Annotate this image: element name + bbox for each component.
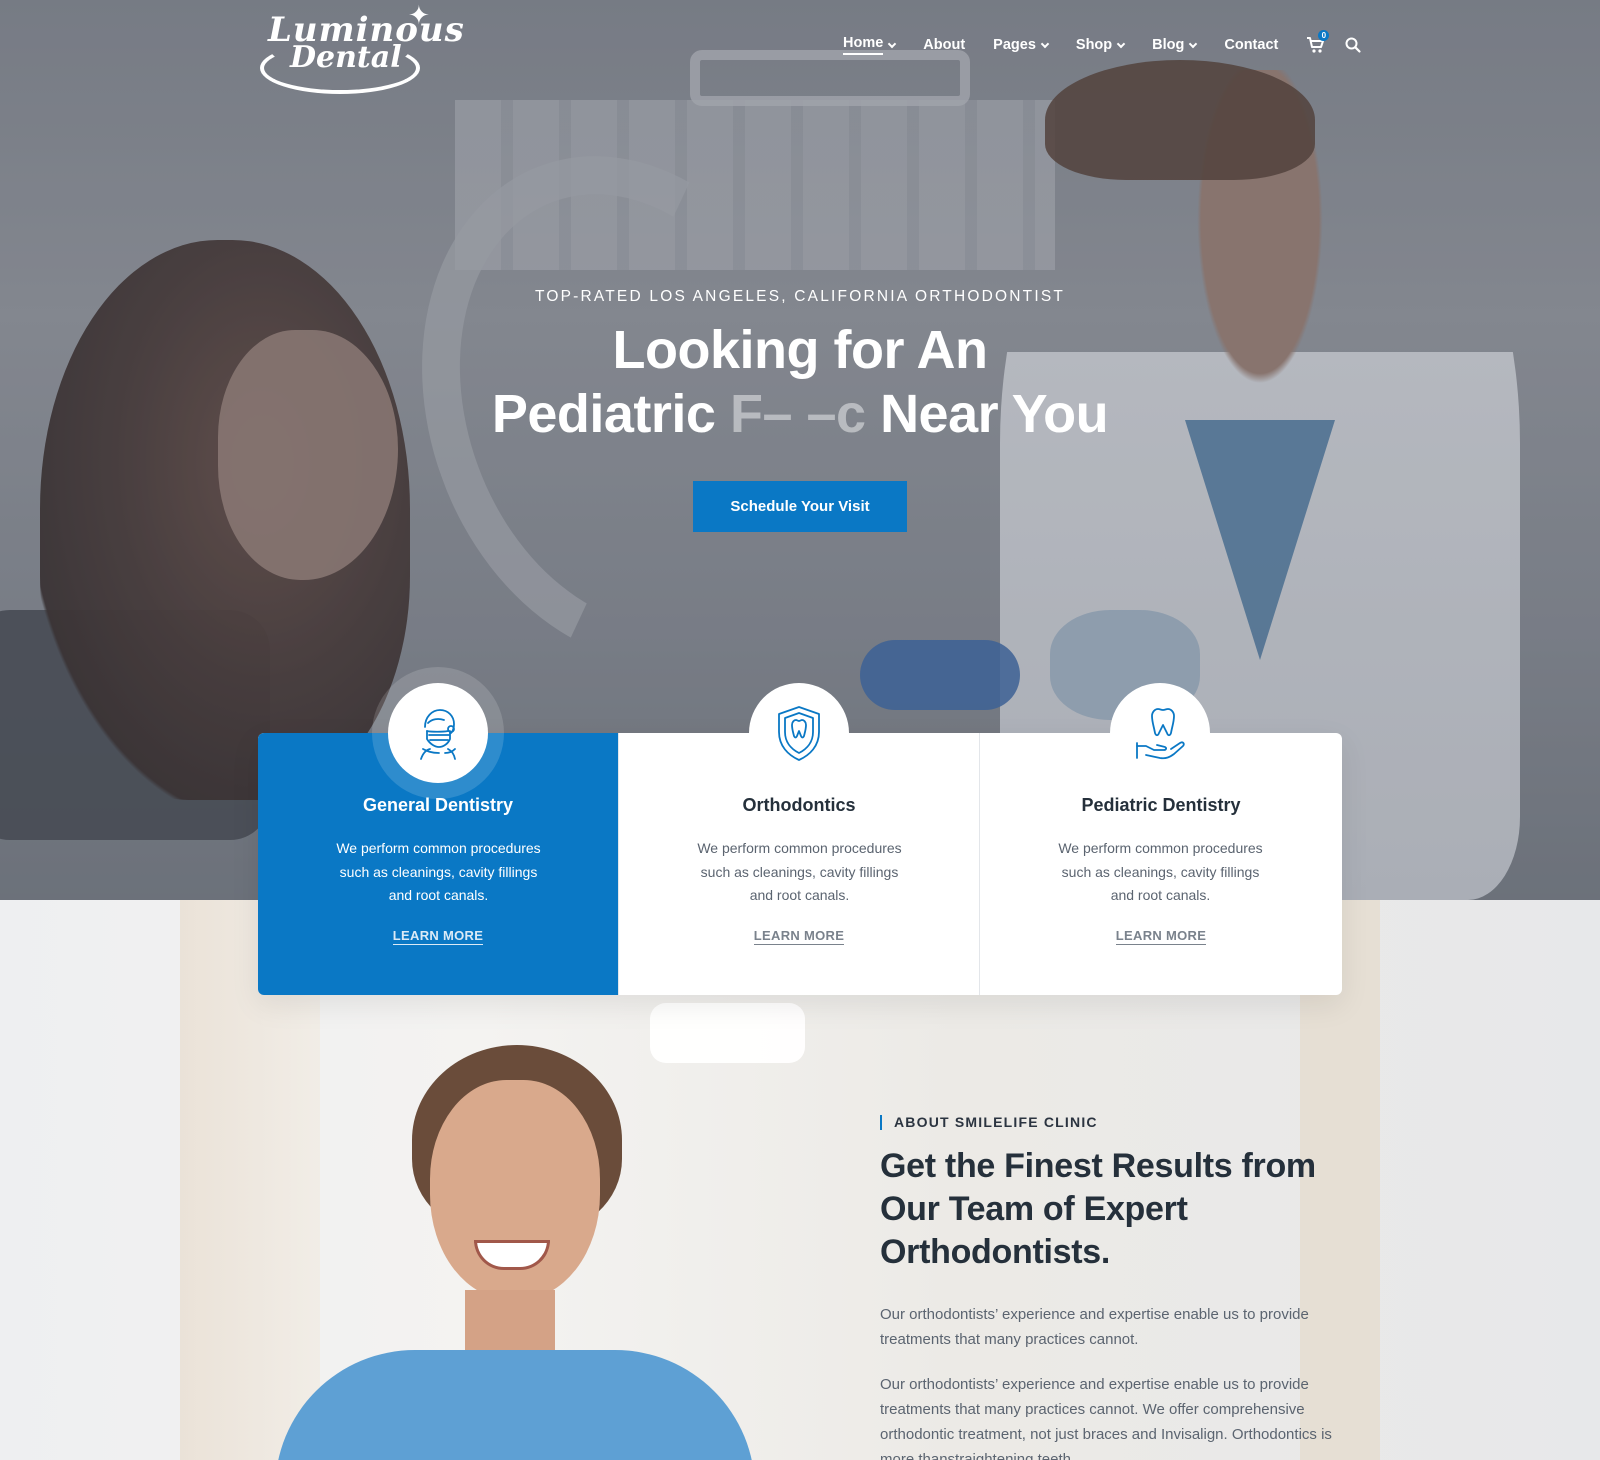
service-icon-circle: [749, 683, 849, 783]
hero-title-end: Near You: [880, 384, 1109, 444]
learn-more-link[interactable]: LEARN MORE: [258, 928, 618, 945]
chevron-down-icon: [888, 39, 897, 48]
services-cards: General Dentistry We perform common proc…: [258, 683, 1342, 995]
service-description: We perform common procedures such as cle…: [697, 840, 902, 903]
nav-item-about[interactable]: About: [923, 32, 965, 58]
chevron-down-icon: [1189, 39, 1198, 48]
about-paragraph-1: Our orthodontists’ experience and expert…: [880, 1306, 1309, 1348]
service-card-pediatric[interactable]: Pediatric Dentistry We perform common pr…: [980, 683, 1342, 995]
about-eyebrow: ABOUT SMILELIFE CLINIC: [880, 1115, 1098, 1130]
chevron-down-icon: [1116, 39, 1126, 48]
about-title: Get the Finest Results from Our Team of …: [880, 1147, 1316, 1271]
chevron-down-icon: [1040, 39, 1050, 48]
tooth-shield-icon: [778, 706, 820, 761]
site-logo[interactable]: Luminous Dental ✦: [260, 0, 464, 94]
cart-button[interactable]: 0: [1306, 30, 1330, 55]
hero-title-typing: F– –c: [729, 384, 866, 444]
search-button[interactable]: [1344, 36, 1362, 54]
service-description: We perform common procedures such as cle…: [336, 840, 541, 903]
learn-more-link[interactable]: LEARN MORE: [619, 928, 979, 945]
service-title: Orthodontics: [742, 795, 856, 815]
hero-title-word: Pediatric: [491, 384, 716, 444]
ceiling-light-decor: [650, 1003, 805, 1063]
service-description: We perform common procedures such as cle…: [1058, 840, 1263, 903]
schedule-visit-button[interactable]: Schedule Your Visit: [693, 481, 907, 532]
service-title: Pediatric Dentistry: [1081, 795, 1241, 815]
service-icon-circle: [1110, 683, 1210, 783]
nav-label: Home: [843, 35, 884, 55]
nav-label: Contact: [1224, 37, 1279, 53]
nav-item-home[interactable]: Home: [843, 32, 897, 58]
hero-eyebrow: TOP-RATED LOS ANGELES, CALIFORNIA ORTHOD…: [534, 288, 1066, 305]
nav-label: Pages: [993, 37, 1036, 53]
nav-label: Blog: [1152, 37, 1185, 53]
hero-title: Looking for An Pediatric F– –c Near You: [300, 318, 1300, 446]
hero-title-line1: Looking for An: [612, 320, 988, 380]
nav-item-blog[interactable]: Blog: [1152, 32, 1198, 58]
learn-more-label: LEARN MORE: [1115, 928, 1207, 945]
logo-line2: Dental: [290, 40, 402, 75]
nav-item-shop[interactable]: Shop: [1075, 32, 1126, 58]
search-icon: [1345, 37, 1361, 53]
learn-more-label: LEARN MORE: [753, 928, 845, 945]
cart-count-badge: 0: [1318, 30, 1330, 41]
tooth-hand-icon: [1136, 708, 1185, 760]
sparkle-icon: ✦: [408, 0, 430, 30]
service-icon-circle: [388, 683, 488, 783]
dentist-mask-icon: [420, 709, 456, 760]
nav-item-contact[interactable]: Contact: [1224, 32, 1278, 58]
service-title: General Dentistry: [362, 795, 514, 815]
main-nav: Home About Pages Shop Blog Contact 0: [843, 30, 1362, 58]
learn-more-link[interactable]: LEARN MORE: [980, 928, 1342, 945]
service-card-orthodontics[interactable]: Orthodontics We perform common procedure…: [619, 683, 980, 995]
about-paragraph-2: Our orthodontists’ experience and expert…: [880, 1376, 1332, 1460]
nav-item-pages[interactable]: Pages: [993, 32, 1050, 58]
learn-more-label: LEARN MORE: [392, 928, 484, 945]
nav-label: About: [923, 37, 966, 53]
service-card-general[interactable]: General Dentistry We perform common proc…: [258, 683, 619, 995]
nav-label: Shop: [1075, 37, 1113, 53]
